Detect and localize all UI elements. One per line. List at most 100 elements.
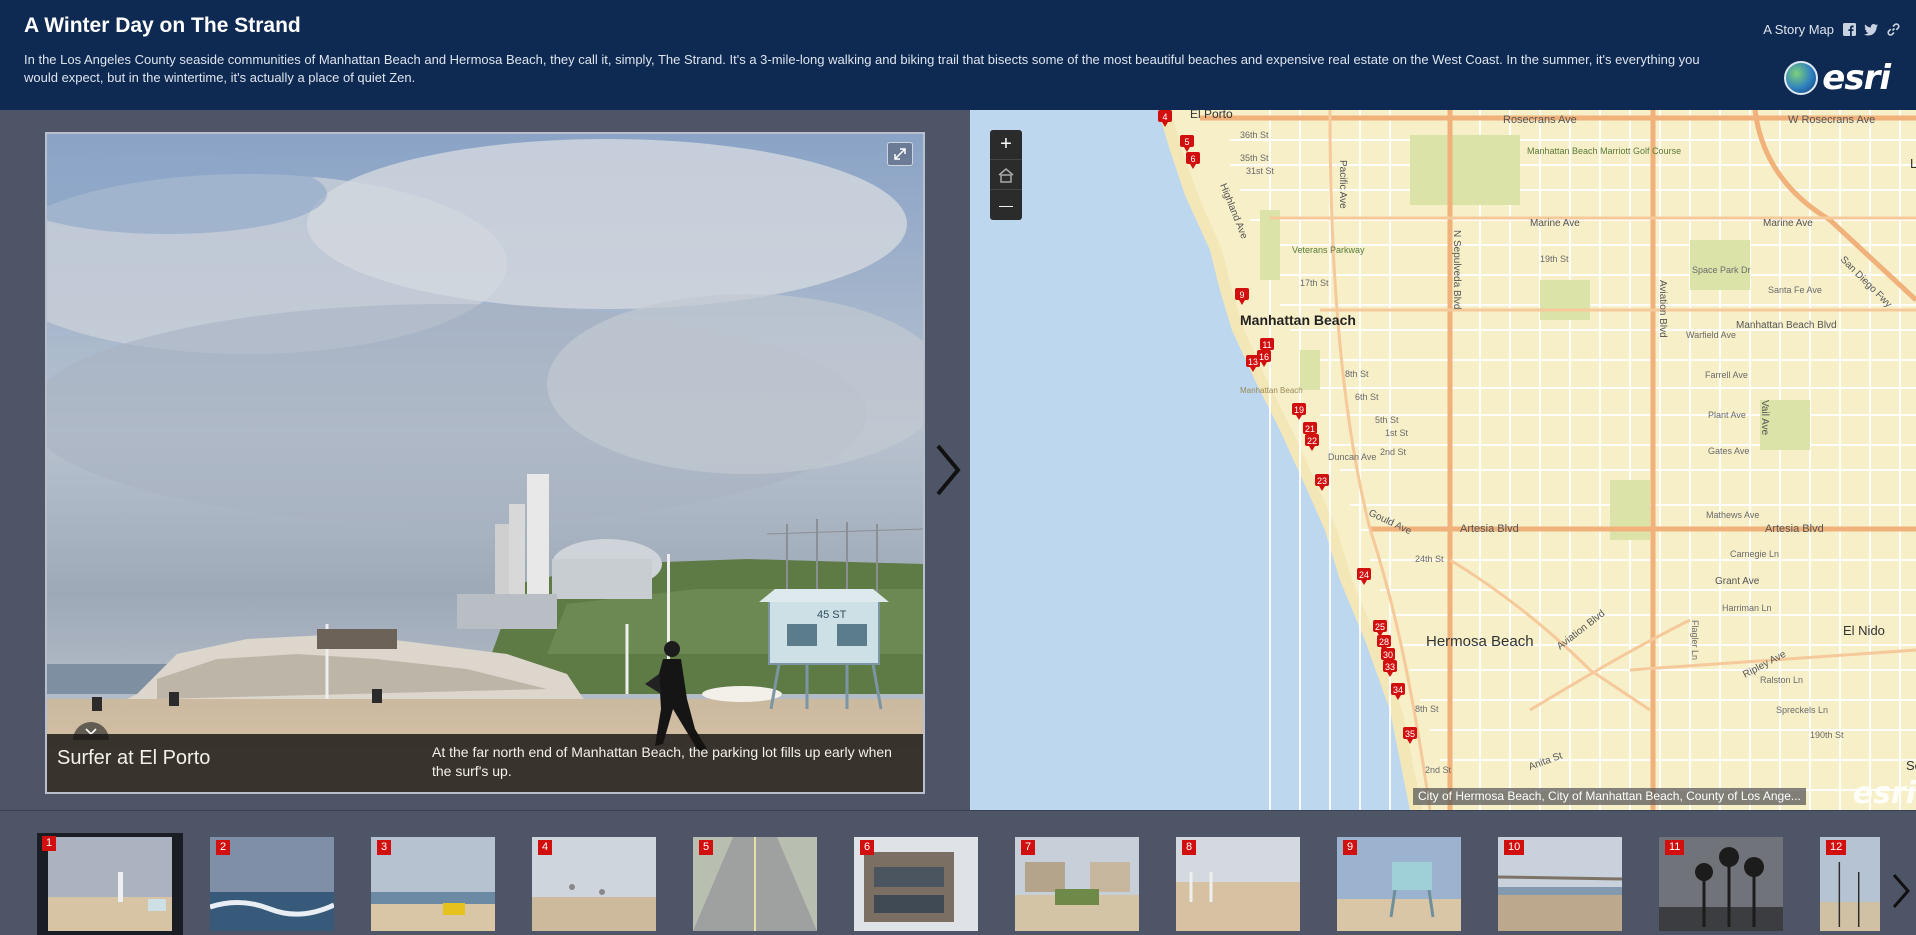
map-label: El Porto: [1190, 110, 1233, 121]
map-marker[interactable]: 30: [1383, 650, 1393, 660]
thumbnail[interactable]: 12: [1820, 837, 1880, 931]
map-marker[interactable]: 22: [1307, 436, 1317, 446]
story-map-link[interactable]: A Story Map: [1763, 22, 1834, 37]
map-label: 31st St: [1246, 166, 1275, 176]
map-label: Space Park Dr: [1692, 265, 1751, 275]
thumbnail[interactable]: 8: [1176, 837, 1300, 931]
thumbnail[interactable]: 4: [532, 837, 656, 931]
thumbnail[interactable]: 1: [37, 833, 183, 935]
map-label: Manhattan Beach: [1240, 386, 1303, 395]
map-attribution[interactable]: City of Hermosa Beach, City of Manhattan…: [1413, 788, 1806, 805]
map-label: Marine Ave: [1763, 218, 1813, 229]
thumbnail[interactable]: 9: [1337, 837, 1461, 931]
home-icon: [998, 167, 1014, 183]
map-label: Artesia Blvd: [1460, 523, 1519, 535]
map-marker[interactable]: 25: [1375, 622, 1385, 632]
thumbnail[interactable]: 7: [1015, 837, 1139, 931]
tower-sign: 45 ST: [817, 609, 847, 621]
thumbnail[interactable]: 5: [693, 837, 817, 931]
map-label-el-nido: El Nido: [1843, 623, 1885, 638]
map-marker[interactable]: 19: [1294, 405, 1304, 415]
map-label: Manhattan Beach Marriott Golf Course: [1527, 146, 1681, 156]
expand-icon: [894, 148, 906, 160]
map-panel[interactable]: 4 5 6 9 11 13 16 19 21 22 23 24 25 28 30…: [970, 110, 1916, 810]
map-label: Aviation Blvd: [1657, 280, 1668, 338]
map-marker[interactable]: 34: [1393, 685, 1403, 695]
thumbnail-carousel: 1 2 3 4 5 6 7 8 9 10 11 12: [0, 810, 1916, 935]
zoom-out-button[interactable]: —: [990, 190, 1022, 220]
map-canvas[interactable]: 4 5 6 9 11 13 16 19 21 22 23 24 25 28 30…: [970, 110, 1916, 810]
map-label: Harriman Ln: [1722, 603, 1772, 613]
map-marker[interactable]: 35: [1405, 729, 1415, 739]
map-label: Plant Ave: [1708, 410, 1746, 420]
esri-logo[interactable]: esri: [1784, 58, 1891, 98]
map-label: 24th St: [1415, 554, 1444, 564]
map-label: 2nd St: [1425, 765, 1452, 775]
map-label: 19th St: [1540, 254, 1569, 264]
map-label: Gates Ave: [1708, 446, 1749, 456]
next-slide-arrow[interactable]: [930, 440, 964, 500]
thumbnail[interactable]: 2: [210, 837, 334, 931]
caption-text: At the far north end of Manhattan Beach,…: [432, 744, 892, 779]
header-links: A Story Map: [1763, 22, 1900, 37]
map-label: 1st St: [1385, 428, 1409, 438]
map-marker[interactable]: 4: [1162, 112, 1167, 122]
map-label: Mathews Ave: [1706, 510, 1759, 520]
map-marker[interactable]: 21: [1305, 424, 1315, 434]
map-label-hermosa-beach: Hermosa Beach: [1426, 633, 1534, 650]
map-marker[interactable]: 28: [1379, 637, 1389, 647]
thumbnail-number: 1: [42, 836, 57, 851]
home-button[interactable]: [990, 160, 1022, 190]
map-label: Artesia Blvd: [1765, 523, 1824, 535]
thumbnail[interactable]: 11: [1659, 837, 1783, 931]
map-marker[interactable]: 9: [1239, 290, 1244, 300]
map-label: N Sepulveda Blvd: [1451, 230, 1462, 310]
map-label: Carnegie Ln: [1730, 549, 1779, 559]
map-label: Warfield Ave: [1686, 330, 1736, 340]
map-marker[interactable]: 24: [1359, 570, 1369, 580]
story-header: A Winter Day on The Strand In the Los An…: [0, 0, 1916, 110]
map-label: 2nd St: [1380, 447, 1407, 457]
map-marker[interactable]: 23: [1317, 476, 1327, 486]
expand-button[interactable]: [887, 142, 913, 166]
thumbnail[interactable]: 10: [1498, 837, 1622, 931]
map-label: Marine Ave: [1530, 218, 1580, 229]
photo-frame: 45 ST Surfer at El Porto At the far nort…: [45, 132, 925, 794]
thumbnail-image: [48, 837, 172, 931]
link-icon[interactable]: [1886, 23, 1900, 37]
map-label: Ralston Ln: [1760, 675, 1803, 685]
map-label: 17th St: [1300, 278, 1329, 288]
map-label: 6th St: [1355, 392, 1379, 402]
facebook-icon[interactable]: [1842, 23, 1856, 37]
map-marker[interactable]: 5: [1184, 137, 1189, 147]
caption-title: Surfer at El Porto: [57, 747, 211, 769]
map-marker[interactable]: 13: [1248, 357, 1258, 367]
map-label: Veterans Parkway: [1292, 245, 1365, 255]
map-marker[interactable]: 6: [1190, 154, 1195, 164]
map-label: Spreckels Ln: [1776, 705, 1828, 715]
map-label: Farrell Ave: [1705, 370, 1748, 380]
globe-icon: [1784, 61, 1819, 95]
zoom-control: + —: [990, 130, 1022, 220]
map-label: Duncan Ave: [1328, 452, 1376, 462]
map-marker[interactable]: 11: [1262, 340, 1271, 350]
thumbnail[interactable]: 6: [854, 837, 978, 931]
map-marker[interactable]: 33: [1385, 662, 1395, 672]
surfer-photo: 45 ST: [47, 134, 923, 792]
twitter-icon[interactable]: [1864, 23, 1878, 37]
map-label: 8th St: [1345, 369, 1369, 379]
map-label: San Diego Fwy: [1838, 254, 1894, 310]
zoom-in-button[interactable]: +: [990, 130, 1022, 160]
caption-bar: Surfer at El Porto At the far north end …: [47, 734, 923, 792]
map-label: Manhattan Beach Blvd: [1736, 320, 1837, 331]
story-title: A Winter Day on The Strand: [24, 14, 301, 37]
map-label: Santa Fe Ave: [1768, 285, 1822, 295]
map-marker[interactable]: 16: [1259, 352, 1269, 362]
thumbnail[interactable]: 3: [371, 837, 495, 931]
carousel-next-arrow[interactable]: [1888, 871, 1912, 911]
map-label: Pacific Ave: [1337, 160, 1348, 209]
map-label-manhattan-beach: Manhattan Beach: [1240, 312, 1356, 328]
map-label: Rosecrans Ave: [1503, 114, 1577, 126]
map-label: Flagler Ln: [1690, 620, 1700, 660]
story-subtitle: In the Los Angeles County seaside commun…: [24, 52, 1700, 85]
